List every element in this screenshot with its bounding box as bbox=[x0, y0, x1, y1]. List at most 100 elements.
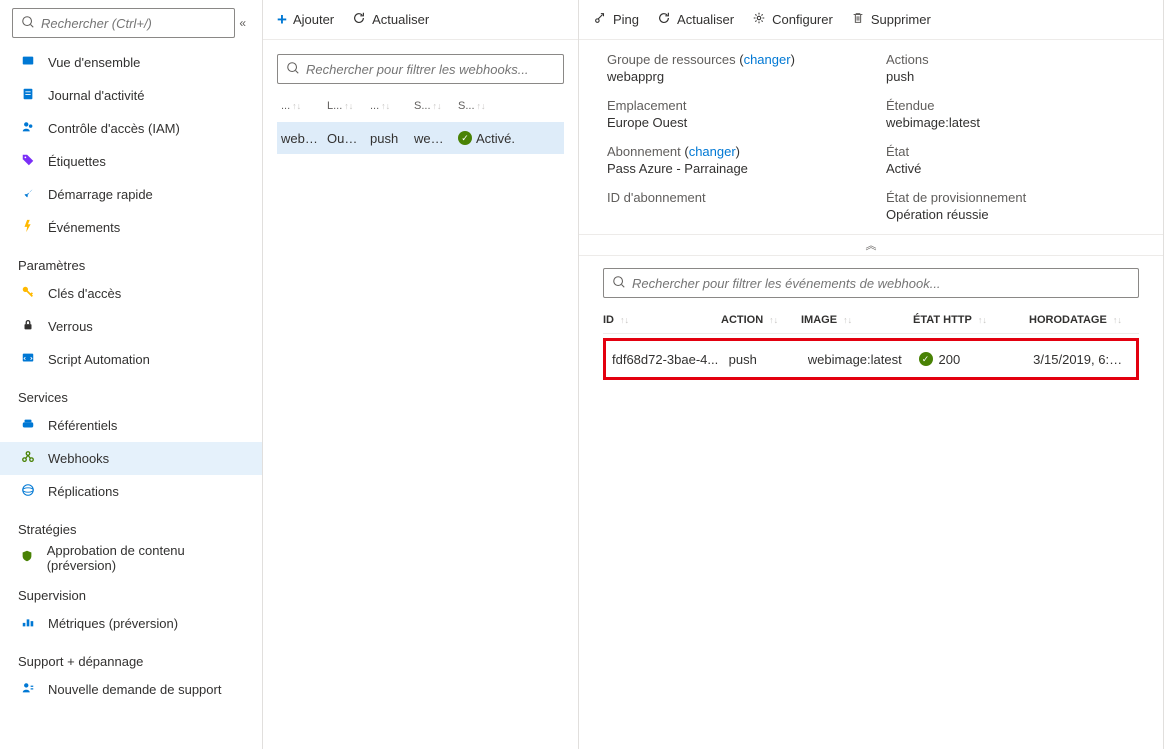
add-label: Ajouter bbox=[293, 12, 334, 27]
collapse-nav-icon[interactable]: « bbox=[235, 12, 250, 34]
refresh-icon bbox=[352, 11, 366, 28]
webhook-row[interactable]: weba... Ouest... push webi... ✓ Activé..… bbox=[277, 122, 564, 154]
property: Actions push bbox=[886, 52, 1135, 84]
metrics-icon bbox=[18, 615, 38, 633]
property-key: Groupe de ressources (changer) bbox=[607, 52, 856, 67]
change-link[interactable]: changer bbox=[744, 52, 791, 67]
sidebar-item-repos[interactable]: Référentiels bbox=[0, 409, 262, 442]
nav-search[interactable] bbox=[12, 8, 235, 38]
property-key: Abonnement (changer) bbox=[607, 144, 856, 159]
events-filter-search[interactable] bbox=[603, 268, 1139, 298]
sidebar-item-iam[interactable]: Contrôle d'accès (IAM) bbox=[0, 112, 262, 145]
event-action: push bbox=[729, 352, 808, 367]
sidebar-item-metrics[interactable]: Métriques (préversion) bbox=[0, 607, 262, 640]
collapse-properties[interactable]: ︽ bbox=[579, 234, 1163, 256]
locks-icon bbox=[18, 318, 38, 336]
script-icon bbox=[18, 351, 38, 369]
property: ID d'abonnement bbox=[607, 190, 856, 222]
sidebar-item-keys[interactable]: Clés d'accès bbox=[0, 277, 262, 310]
sidebar-item-replications[interactable]: Réplications bbox=[0, 475, 262, 508]
property-value: Opération réussie bbox=[886, 207, 1135, 222]
refresh-detail-button[interactable]: Actualiser bbox=[657, 11, 734, 28]
nav-group-heading: Supervision bbox=[0, 574, 262, 607]
sidebar-item-label: Réplications bbox=[48, 484, 119, 499]
sidebar-item-label: Événements bbox=[48, 220, 120, 235]
search-icon bbox=[21, 15, 35, 32]
sidebar-item-label: Démarrage rapide bbox=[48, 187, 153, 202]
keys-icon bbox=[18, 285, 38, 303]
add-button[interactable]: + Ajouter bbox=[277, 10, 334, 30]
overview-icon bbox=[18, 54, 38, 72]
sidebar-item-label: Nouvelle demande de support bbox=[48, 682, 221, 697]
property-key: ID d'abonnement bbox=[607, 190, 856, 205]
change-link[interactable]: changer bbox=[689, 144, 736, 159]
nav-group-heading: Services bbox=[0, 376, 262, 409]
delete-button[interactable]: Supprimer bbox=[851, 11, 931, 28]
property-key: Étendue bbox=[886, 98, 1135, 113]
sidebar-item-label: Approbation de contenu (préversion) bbox=[47, 543, 244, 573]
property-key: Emplacement bbox=[607, 98, 856, 113]
property: Étendue webimage:latest bbox=[886, 98, 1135, 130]
check-icon: ✓ bbox=[919, 352, 933, 366]
property-grid: Groupe de ressources (changer) webapprg Ac… bbox=[579, 40, 1163, 234]
sidebar-item-webhooks[interactable]: Webhooks bbox=[0, 442, 262, 475]
property-value: webimage:latest bbox=[886, 115, 1135, 130]
event-http-status: ✓ 200 bbox=[919, 352, 1034, 367]
tags-icon bbox=[18, 153, 38, 171]
event-image: webimage:latest bbox=[808, 352, 919, 367]
sidebar-item-overview[interactable]: Vue d'ensemble bbox=[0, 46, 262, 79]
sidebar-item-label: Clés d'accès bbox=[48, 286, 121, 301]
ping-button[interactable]: Ping bbox=[593, 11, 639, 28]
property-value[interactable]: Pass Azure - Parrainage bbox=[607, 161, 856, 176]
webhook-status: ✓ Activé... bbox=[454, 129, 514, 148]
sidebar-item-tags[interactable]: Étiquettes bbox=[0, 145, 262, 178]
sidebar-item-trust[interactable]: Approbation de contenu (préversion) bbox=[0, 541, 262, 574]
sidebar-item-quickstart[interactable]: Démarrage rapide bbox=[0, 178, 262, 211]
nav-group-heading: Stratégies bbox=[0, 508, 262, 541]
property: Abonnement (changer) Pass Azure - Parrain… bbox=[607, 144, 856, 176]
nav-search-input[interactable] bbox=[41, 16, 226, 31]
trash-icon bbox=[851, 11, 865, 28]
sidebar-item-label: Étiquettes bbox=[48, 154, 106, 169]
gear-icon bbox=[752, 11, 766, 28]
quickstart-icon bbox=[18, 186, 38, 204]
search-icon bbox=[612, 275, 626, 292]
events-table-header: ID↑↓ ACTION↑↓ IMAGE↑↓ ÉTAT HTTP↑↓ HORODA… bbox=[603, 306, 1139, 334]
property-value: push bbox=[886, 69, 1135, 84]
webhook-filter-input[interactable] bbox=[306, 62, 555, 77]
plus-icon: + bbox=[277, 10, 287, 30]
property-value[interactable]: webapprg bbox=[607, 69, 856, 84]
sidebar-item-label: Référentiels bbox=[48, 418, 117, 433]
event-timestamp: 3/15/2019, 6:26 P... bbox=[1033, 352, 1136, 367]
event-row[interactable]: fdf68d72-3bae-4... push webimage:latest … bbox=[606, 341, 1136, 377]
property-value: Activé bbox=[886, 161, 1135, 176]
iam-icon bbox=[18, 120, 38, 138]
refresh-icon bbox=[657, 11, 671, 28]
check-icon: ✓ bbox=[458, 131, 472, 145]
events-highlight-box: fdf68d72-3bae-4... push webimage:latest … bbox=[603, 338, 1139, 380]
webhook-filter-search[interactable] bbox=[277, 54, 564, 84]
ping-icon bbox=[593, 11, 607, 28]
configure-button[interactable]: Configurer bbox=[752, 11, 833, 28]
sidebar-item-label: Verrous bbox=[48, 319, 93, 334]
refresh-list-button[interactable]: Actualiser bbox=[352, 11, 429, 28]
property-key: Actions bbox=[886, 52, 1135, 67]
sidebar-item-label: Métriques (préversion) bbox=[48, 616, 178, 631]
property-key: État de provisionnement bbox=[886, 190, 1135, 205]
refresh-label: Actualiser bbox=[372, 12, 429, 27]
sidebar-item-label: Contrôle d'accès (IAM) bbox=[48, 121, 180, 136]
repos-icon bbox=[18, 417, 38, 435]
nav-group-heading: Paramètres bbox=[0, 244, 262, 277]
property: EmplacementEurope Ouest bbox=[607, 98, 856, 130]
webhook-table-header: ...↑↓ L...↑↓ ...↑↓ S...↑↓ S...↑↓ bbox=[277, 98, 564, 114]
webhook-image: webi... bbox=[410, 129, 454, 148]
events-filter-input[interactable] bbox=[632, 276, 1130, 291]
sidebar-item-script[interactable]: Script Automation bbox=[0, 343, 262, 376]
sidebar-item-locks[interactable]: Verrous bbox=[0, 310, 262, 343]
search-icon bbox=[286, 61, 300, 78]
sidebar-item-support[interactable]: Nouvelle demande de support bbox=[0, 673, 262, 706]
property-key: État bbox=[886, 144, 1135, 159]
sidebar-item-activity[interactable]: Journal d'activité bbox=[0, 79, 262, 112]
property: État Activé bbox=[886, 144, 1135, 176]
sidebar-item-events[interactable]: Événements bbox=[0, 211, 262, 244]
